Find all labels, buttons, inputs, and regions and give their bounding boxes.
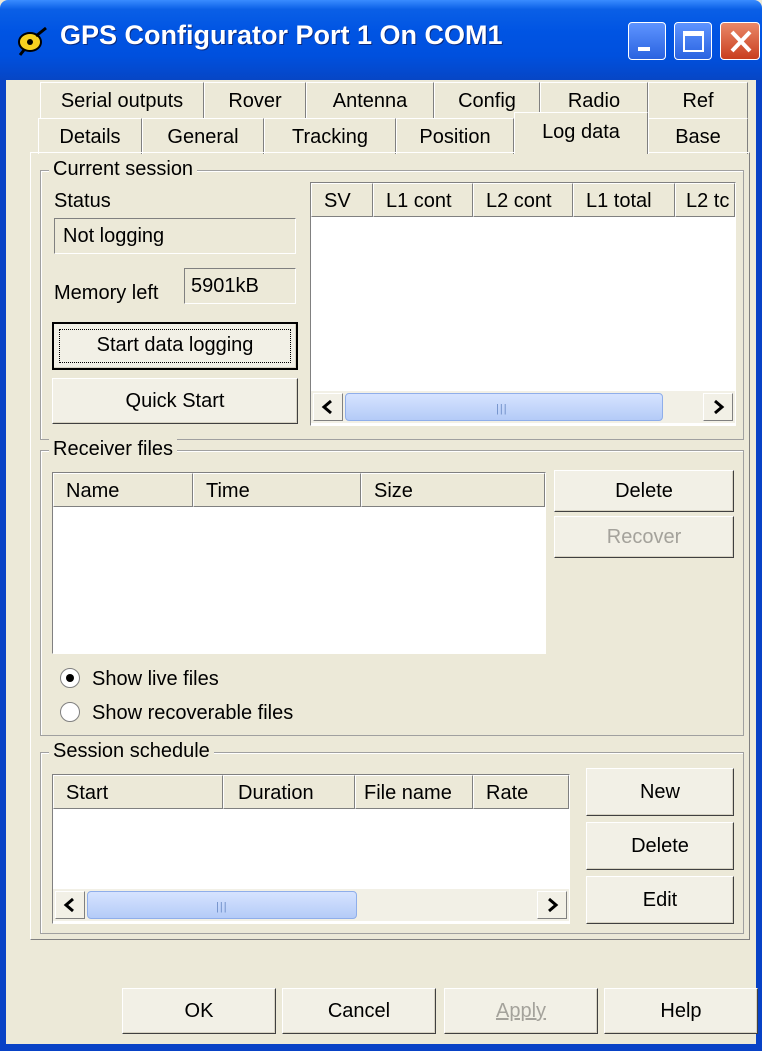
window-frame-right: [756, 80, 762, 1051]
tab-log-data[interactable]: Log data: [514, 112, 648, 154]
scroll-thumb[interactable]: |||: [345, 393, 663, 421]
arrow-left-icon: [63, 897, 74, 913]
scroll-left-button[interactable]: [313, 393, 343, 421]
arrow-right-icon: [714, 399, 725, 415]
delete-session-button[interactable]: Delete: [586, 822, 734, 870]
apply-button[interactable]: Apply: [444, 988, 598, 1034]
column-file-name[interactable]: File name: [355, 775, 473, 809]
receiver-files-title: Receiver files: [49, 438, 178, 461]
radio-dot: [66, 674, 74, 682]
column-l2-total[interactable]: L2 tc: [675, 183, 735, 217]
status-label: Status: [54, 190, 111, 212]
show-recoverable-files-label[interactable]: Show recoverable files: [92, 702, 293, 725]
receiver-files-list[interactable]: Name Time Size: [52, 472, 546, 654]
memory-left-label: Memory left: [54, 282, 159, 304]
grip-icon: |||: [216, 901, 228, 913]
current-session-title: Current session: [49, 158, 198, 181]
ok-button[interactable]: OK: [122, 988, 276, 1034]
status-field: Not logging: [54, 218, 296, 254]
maximize-button[interactable]: [674, 22, 712, 60]
satellite-dish-icon: [18, 26, 47, 56]
column-l1-cont[interactable]: L1 cont: [373, 183, 473, 217]
tab-antenna[interactable]: Antenna: [306, 82, 434, 118]
satellite-list[interactable]: SV L1 cont L2 cont L1 total L2 tc |||: [310, 182, 736, 426]
column-time[interactable]: Time: [193, 473, 361, 507]
tab-position[interactable]: Position: [396, 118, 514, 154]
session-schedule-header: Start Duration File name Rate: [53, 775, 569, 809]
minimize-icon: [638, 47, 650, 51]
title-bar[interactable]: GPS Configurator Port 1 On COM1: [0, 0, 762, 80]
tab-ref[interactable]: Ref: [648, 82, 748, 118]
new-session-button[interactable]: New: [586, 768, 734, 816]
tab-base[interactable]: Base: [648, 118, 748, 154]
recover-button[interactable]: Recover: [554, 516, 734, 558]
column-rate[interactable]: Rate: [473, 775, 569, 809]
satellite-list-header: SV L1 cont L2 cont L1 total L2 tc: [311, 183, 735, 217]
session-schedule-list[interactable]: Start Duration File name Rate |||: [52, 774, 570, 924]
start-data-logging-button[interactable]: Start data logging: [52, 322, 298, 370]
cancel-button[interactable]: Cancel: [282, 988, 436, 1034]
scroll-right-button[interactable]: [537, 891, 567, 919]
schedule-hscrollbar[interactable]: |||: [53, 889, 569, 921]
scroll-left-button[interactable]: [55, 891, 85, 919]
window-frame-bottom: [0, 1044, 762, 1051]
column-size[interactable]: Size: [361, 473, 545, 507]
scroll-right-button[interactable]: [703, 393, 733, 421]
column-start[interactable]: Start: [53, 775, 223, 809]
session-schedule-title: Session schedule: [49, 740, 214, 763]
column-duration[interactable]: Duration: [223, 775, 355, 809]
memory-left-field: 5901kB: [184, 268, 296, 304]
maximize-icon: [683, 31, 704, 52]
column-l2-cont[interactable]: L2 cont: [473, 183, 573, 217]
tab-tracking[interactable]: Tracking: [264, 118, 396, 154]
minimize-button[interactable]: [628, 22, 666, 60]
receiver-files-header: Name Time Size: [53, 473, 545, 507]
show-live-files-radio[interactable]: [60, 668, 80, 688]
window-title: GPS Configurator Port 1 On COM1: [60, 20, 503, 50]
grip-icon: |||: [496, 403, 508, 415]
column-sv[interactable]: SV: [311, 183, 373, 217]
tab-details[interactable]: Details: [38, 118, 142, 154]
show-recoverable-files-radio[interactable]: [60, 702, 80, 722]
column-l1-total[interactable]: L1 total: [573, 183, 675, 217]
tab-rover[interactable]: Rover: [204, 82, 306, 118]
satellite-list-hscrollbar[interactable]: |||: [311, 391, 735, 423]
arrow-right-icon: [548, 897, 559, 913]
window-frame-left: [0, 80, 6, 1051]
edit-session-button[interactable]: Edit: [586, 876, 734, 924]
focus-rectangle: [59, 329, 291, 363]
quick-start-button[interactable]: Quick Start: [52, 378, 298, 424]
help-button[interactable]: Help: [604, 988, 758, 1034]
arrow-left-icon: [321, 399, 332, 415]
delete-file-button[interactable]: Delete: [554, 470, 734, 512]
close-icon: [730, 30, 752, 53]
column-name[interactable]: Name: [53, 473, 193, 507]
show-live-files-label[interactable]: Show live files: [92, 668, 219, 691]
tab-general[interactable]: General: [142, 118, 264, 154]
tab-serial-outputs[interactable]: Serial outputs: [40, 82, 204, 118]
close-button[interactable]: [720, 22, 760, 60]
scroll-thumb[interactable]: |||: [87, 891, 357, 919]
